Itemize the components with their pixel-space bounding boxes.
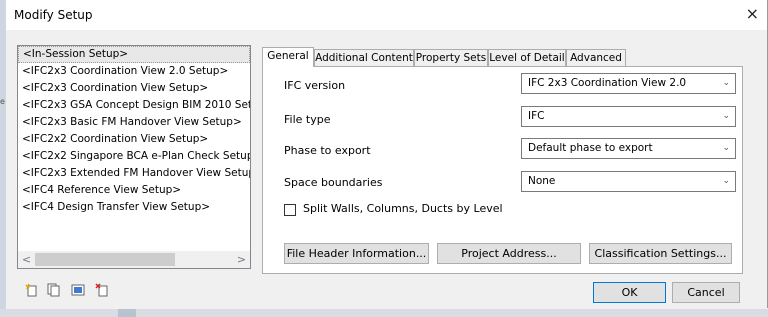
rename-setup-icon[interactable] [71,283,85,297]
space-boundaries-label: Space boundaries [284,176,383,189]
list-item[interactable]: <IFC4 Design Transfer View Setup> [18,199,250,216]
list-item[interactable]: <IFC4 Reference View Setup> [18,182,250,199]
tab-property-sets[interactable]: Property Sets [414,49,488,66]
file-type-select[interactable]: IFC ⌄ [521,106,736,127]
background-window-scroll [118,309,136,317]
chevron-down-icon: ⌄ [722,111,730,121]
scroll-right-icon[interactable]: > [233,251,250,268]
split-walls-checkbox[interactable] [284,204,296,216]
tab-general[interactable]: General [262,47,314,67]
list-item[interactable]: <IFC2x3 Basic FM Handover View Setup> [18,114,250,131]
scroll-thumb[interactable] [35,253,175,266]
phase-to-export-select[interactable]: Default phase to export ⌄ [521,138,736,159]
cancel-button[interactable]: Cancel [672,282,740,303]
split-walls-label[interactable]: Split Walls, Columns, Ducts by Level [303,202,503,215]
tab-additional-content[interactable]: Additional Content [314,49,414,66]
background-window-bottom [0,309,768,317]
title-bar: Modify Setup × [6,0,767,30]
phase-to-export-label: Phase to export [284,144,371,157]
list-item[interactable]: <IFC2x3 GSA Concept Design BIM 2010 Setu… [18,97,250,114]
close-icon[interactable]: × [746,4,759,23]
file-type-label: File type [284,113,331,126]
file-type-value: IFC [528,110,545,122]
chevron-down-icon: ⌄ [722,176,730,186]
tab-level-of-detail[interactable]: Level of Detail [488,49,566,66]
ifc-version-label: IFC version [284,79,346,92]
scroll-left-icon[interactable]: < [18,251,35,268]
space-boundaries-select[interactable]: None ⌄ [521,171,736,192]
chevron-down-icon: ⌄ [722,78,730,88]
file-header-information-button[interactable]: File Header Information... [284,243,429,264]
setup-list[interactable]: <In-Session Setup> <IFC2x3 Coordination … [17,45,251,269]
ifc-version-select[interactable]: IFC 2x3 Coordination View 2.0 ⌄ [521,73,736,94]
list-item[interactable]: <In-Session Setup> [18,46,250,63]
space-boundaries-value: None [528,175,556,187]
list-item[interactable]: <IFC2x2 Singapore BCA e-Plan Check Setup… [18,148,250,165]
tab-advanced[interactable]: Advanced [566,49,626,66]
window-title: Modify Setup [14,8,93,22]
ok-button[interactable]: OK [593,282,666,303]
horizontal-scrollbar[interactable]: < > [18,251,250,268]
ifc-version-value: IFC 2x3 Coordination View 2.0 [528,77,687,89]
list-item[interactable]: <IFC2x2 Coordination View Setup> [18,131,250,148]
list-item[interactable]: <IFC2x3 Coordination View 2.0 Setup> [18,63,250,80]
list-item[interactable]: <IFC2x3 Coordination View Setup> [18,80,250,97]
list-item[interactable]: <IFC2x3 Extended FM Handover View Setup> [18,165,250,182]
classification-settings-button[interactable]: Classification Settings... [589,243,732,264]
new-setup-icon[interactable] [25,283,39,297]
project-address-button[interactable]: Project Address... [437,243,581,264]
chevron-down-icon: ⌄ [722,143,730,153]
duplicate-setup-icon[interactable] [47,283,61,297]
delete-setup-icon[interactable] [95,283,109,297]
phase-to-export-value: Default phase to export [528,142,653,154]
